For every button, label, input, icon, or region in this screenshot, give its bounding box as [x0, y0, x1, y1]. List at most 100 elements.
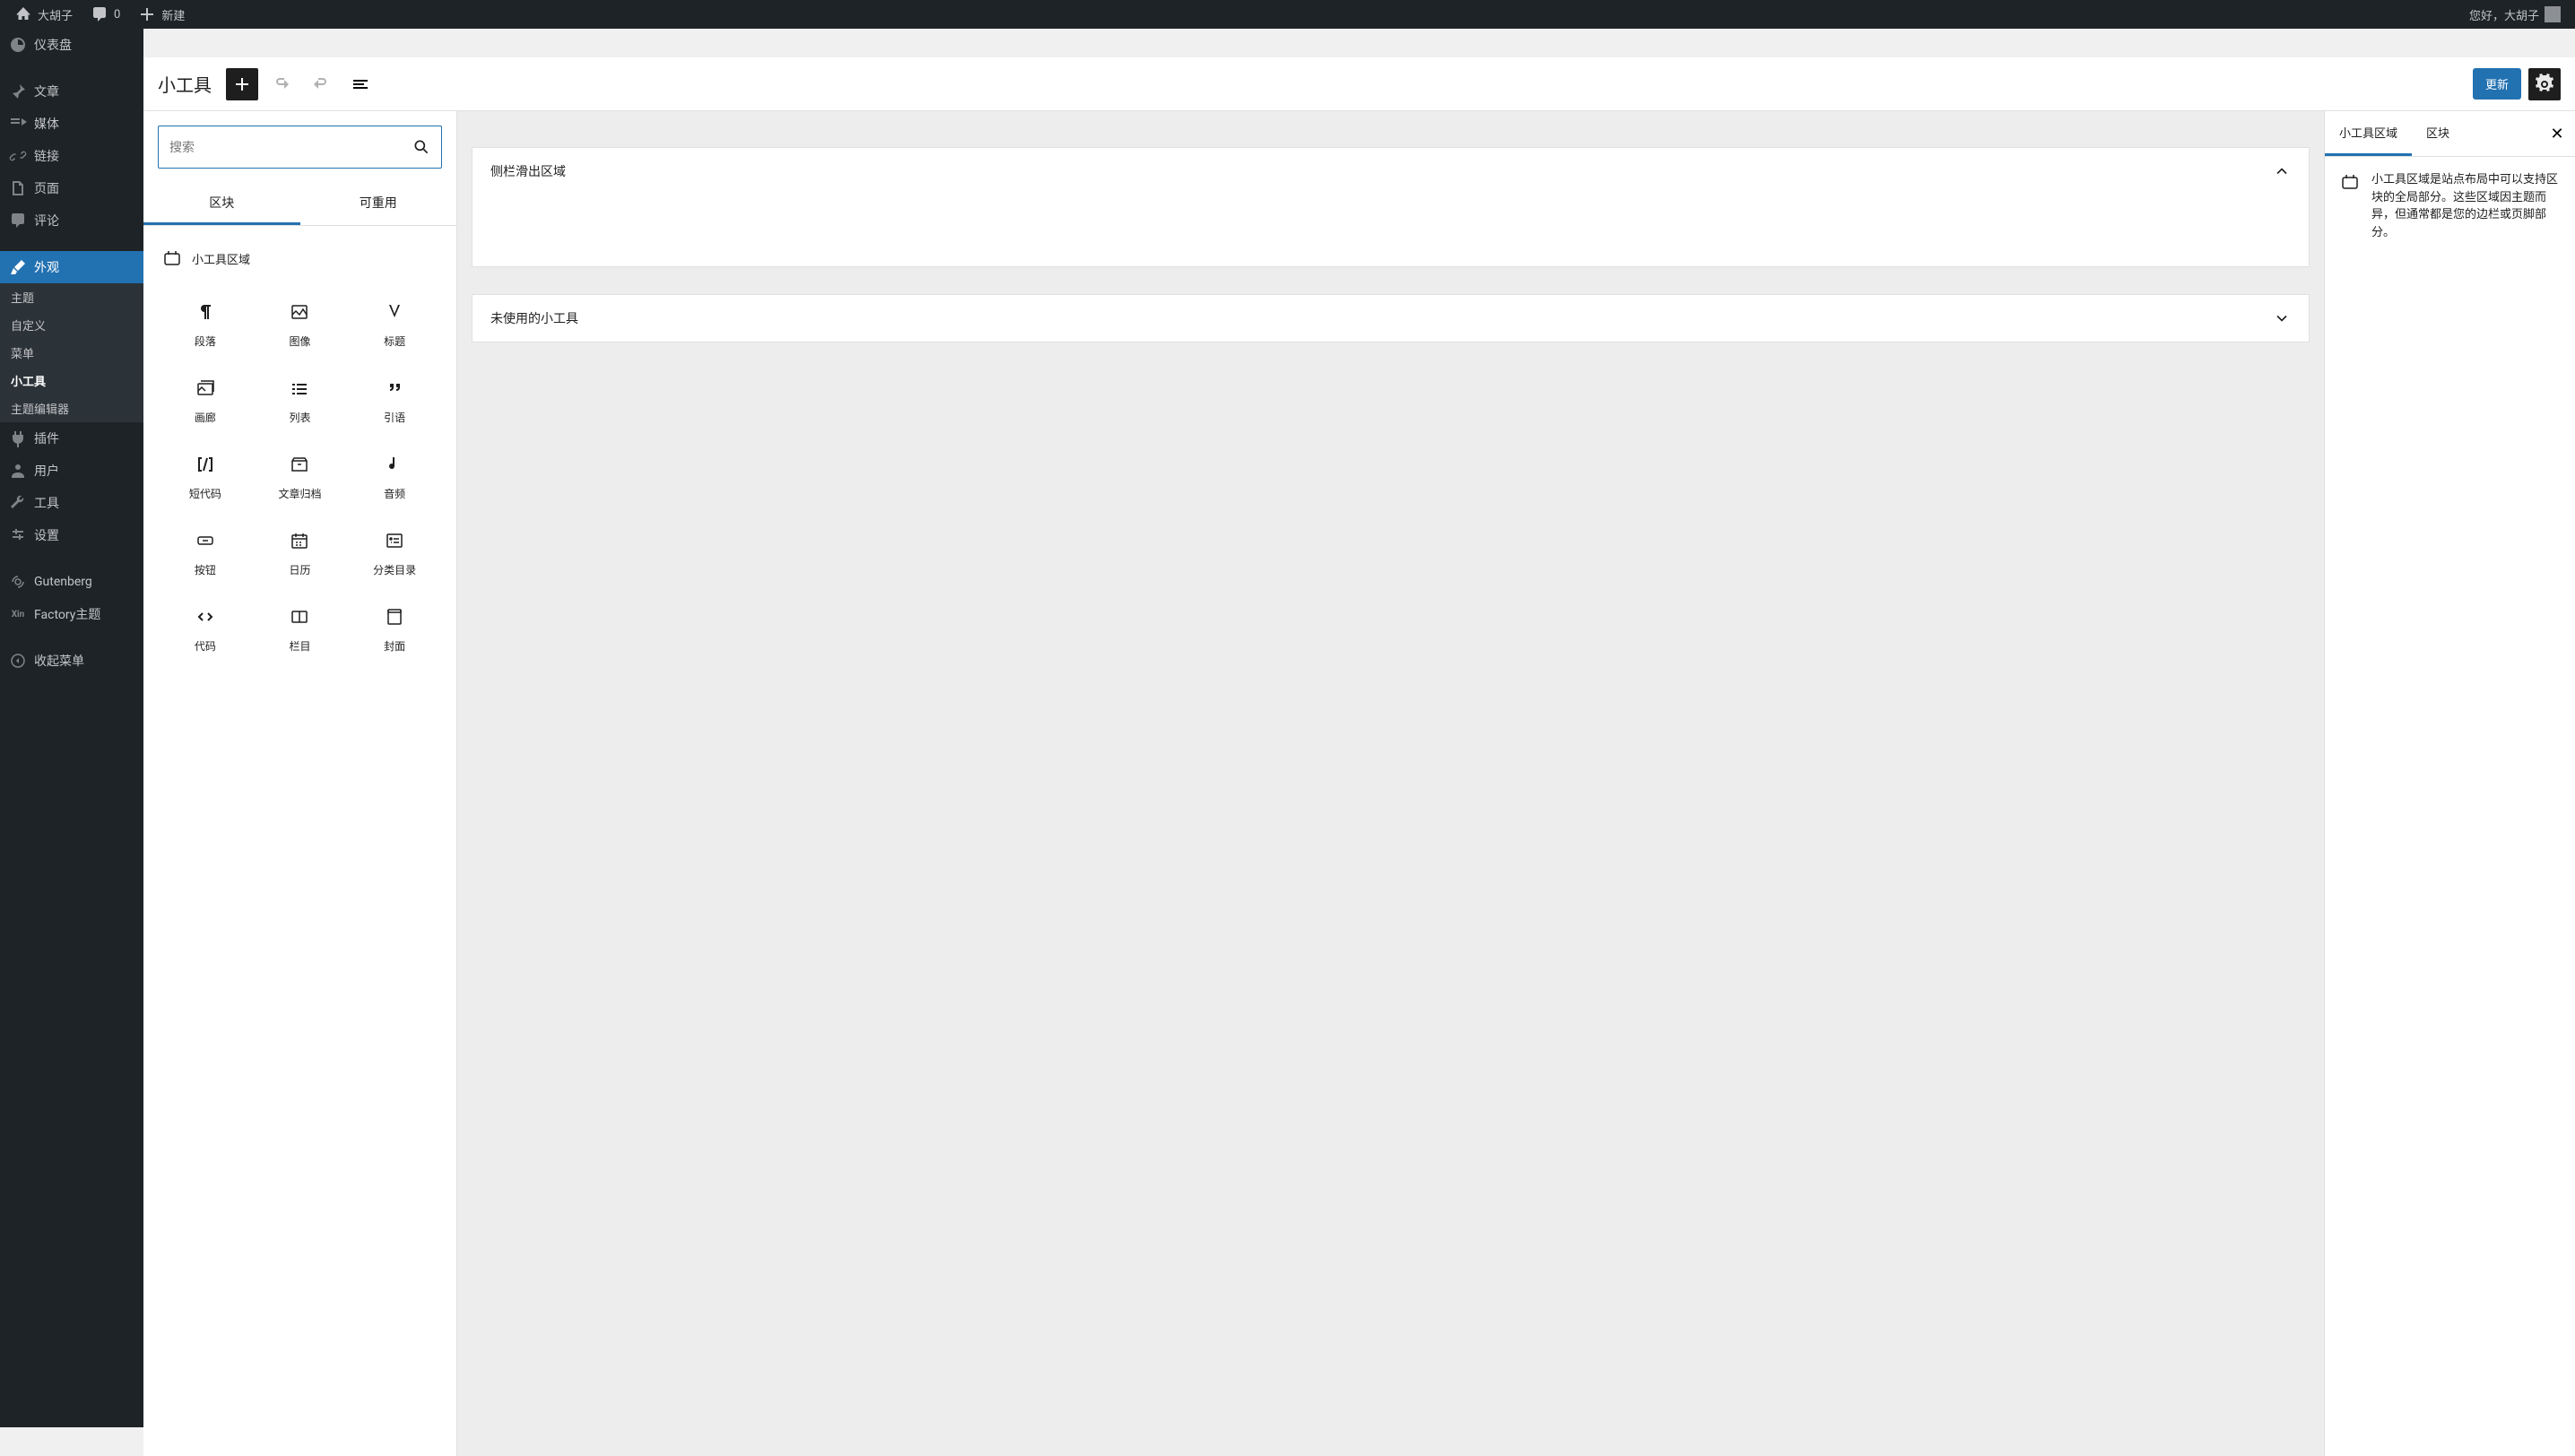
inserter-tabs: 区块 可重用 [143, 183, 456, 226]
comment-icon [9, 212, 27, 230]
editor-canvas: 侧栏滑出区域 未使用的小工具 [457, 111, 2324, 1456]
block-label: 引语 [384, 410, 405, 425]
paragraph-icon [195, 301, 216, 323]
redo-button[interactable] [305, 68, 337, 100]
block-item-audio[interactable]: 音频 [347, 439, 442, 516]
block-item-cover[interactable]: 封面 [347, 592, 442, 668]
cover-icon [384, 606, 405, 628]
block-label: 音频 [384, 486, 405, 501]
sidebar-item-label: 设置 [34, 526, 59, 544]
collapse-icon [9, 652, 27, 670]
sidebar-item-factory[interactable]: XinFactory主题 [0, 598, 143, 630]
widget-area-toggle[interactable]: 侧栏滑出区域 [473, 148, 2309, 195]
widget-area-body[interactable] [473, 195, 2309, 266]
block-item-heading[interactable]: 标题 [347, 287, 442, 363]
plus-icon [138, 5, 156, 23]
sidebar-item-label: 页面 [34, 179, 59, 197]
widget-area-title: 侧栏滑出区域 [490, 162, 566, 180]
block-item-button[interactable]: 按钮 [158, 516, 253, 592]
block-label: 图像 [289, 334, 310, 349]
submenu-item-widgets[interactable]: 小工具 [0, 367, 143, 394]
tab-reusable[interactable]: 可重用 [300, 183, 457, 225]
plugin-icon [9, 429, 27, 447]
sidebar-item-pages[interactable]: 页面 [0, 172, 143, 204]
block-item-image[interactable]: 图像 [253, 287, 348, 363]
pin-icon [9, 82, 27, 100]
inserter-toggle-button[interactable] [226, 68, 258, 100]
sidebar-item-posts[interactable]: 文章 [0, 75, 143, 108]
adminbar-account[interactable]: 您好，大胡子 [2462, 0, 2568, 29]
link-icon [9, 147, 27, 165]
close-icon: ✕ [2550, 125, 2563, 143]
columns-icon [289, 606, 310, 628]
sidebar-item-gutenberg[interactable]: Gutenberg [0, 566, 143, 598]
widget-area-toggle[interactable]: 未使用的小工具 [473, 295, 2309, 342]
sidebar-item-appearance[interactable]: 外观 [0, 251, 143, 283]
adminbar-comments[interactable]: 0 [83, 0, 127, 29]
sidebar-item-media[interactable]: 媒体 [0, 108, 143, 140]
submenu-item-customize[interactable]: 自定义 [0, 311, 143, 339]
undo-button[interactable] [265, 68, 298, 100]
panel-description: 小工具区域是站点布局中可以支持区块的全局部分。这些区域因主题而异，但通常都是您的… [2371, 171, 2561, 241]
sidebar-item-collapse[interactable]: 收起菜单 [0, 645, 143, 677]
block-item-gallery[interactable]: 画廊 [158, 363, 253, 439]
block-item-shortcode[interactable]: 短代码 [158, 439, 253, 516]
tab-block[interactable]: 区块 [2412, 111, 2464, 156]
submenu-item-editor[interactable]: 主题编辑器 [0, 394, 143, 422]
sidebar-item-comments[interactable]: 评论 [0, 204, 143, 237]
adminbar-site-label: 大胡子 [38, 6, 73, 23]
submenu-item-menus[interactable]: 菜单 [0, 339, 143, 367]
block-item-list[interactable]: 列表 [253, 363, 348, 439]
submenu-item-themes[interactable]: 主题 [0, 283, 143, 311]
tab-blocks[interactable]: 区块 [143, 183, 300, 225]
settings-icon [9, 526, 27, 544]
admin-bar: 大胡子 0 新建 您好，大胡子 [0, 0, 2575, 29]
sidebar-item-label: 收起菜单 [34, 652, 84, 670]
sidebar-item-users[interactable]: 用户 [0, 455, 143, 487]
block-label: 分类目录 [373, 562, 416, 577]
list-view-button[interactable] [344, 68, 377, 100]
media-icon [9, 115, 27, 133]
sidebar-item-settings[interactable]: 设置 [0, 519, 143, 551]
block-label: 封面 [384, 638, 405, 654]
search-input[interactable] [169, 140, 412, 154]
sidebar-item-label: Factory主题 [34, 605, 100, 623]
block-item-quote[interactable]: 引语 [347, 363, 442, 439]
code-icon [195, 606, 216, 628]
block-label: 短代码 [189, 486, 221, 501]
audio-icon [384, 454, 405, 475]
update-button[interactable]: 更新 [2473, 68, 2521, 100]
quote-icon [384, 377, 405, 399]
block-label: 按钮 [195, 562, 216, 577]
sidebar-item-label: 用户 [34, 462, 59, 480]
widget-area-title: 未使用的小工具 [490, 309, 578, 327]
settings-button[interactable] [2528, 68, 2561, 100]
block-item-code[interactable]: 代码 [158, 592, 253, 668]
tab-widget-area[interactable]: 小工具区域 [2325, 111, 2412, 156]
main-content: 小工具 更新 区块 可重用 小工具区域 [143, 57, 2575, 1456]
adminbar-site[interactable]: 大胡子 [7, 0, 80, 29]
sidebar-item-label: 工具 [34, 494, 59, 512]
block-item-paragraph[interactable]: 段落 [158, 287, 253, 363]
sidebar-item-label: Gutenberg [34, 575, 92, 589]
widget-area: 侧栏滑出区域 [472, 147, 2310, 267]
block-item-calendar[interactable]: 日历 [253, 516, 348, 592]
brush-icon [9, 258, 27, 276]
sidebar-item-dashboard[interactable]: 仪表盘 [0, 29, 143, 61]
sidebar-item-tools[interactable]: 工具 [0, 487, 143, 519]
dashboard-icon [9, 36, 27, 54]
block-item-archive[interactable]: 文章归档 [253, 439, 348, 516]
archive-icon [289, 454, 310, 475]
close-panel-button[interactable]: ✕ [2539, 116, 2575, 152]
sidebar-item-plugins[interactable]: 插件 [0, 422, 143, 455]
widget-area-icon [2339, 171, 2361, 193]
adminbar-new-label: 新建 [161, 6, 185, 23]
calendar-icon [289, 530, 310, 551]
category-header[interactable]: 小工具区域 [158, 240, 442, 276]
block-label: 标题 [384, 334, 405, 349]
adminbar-new[interactable]: 新建 [131, 0, 192, 29]
sidebar-item-links[interactable]: 链接 [0, 140, 143, 172]
block-item-columns[interactable]: 栏目 [253, 592, 348, 668]
block-label: 列表 [289, 410, 310, 425]
block-item-categories[interactable]: 分类目录 [347, 516, 442, 592]
